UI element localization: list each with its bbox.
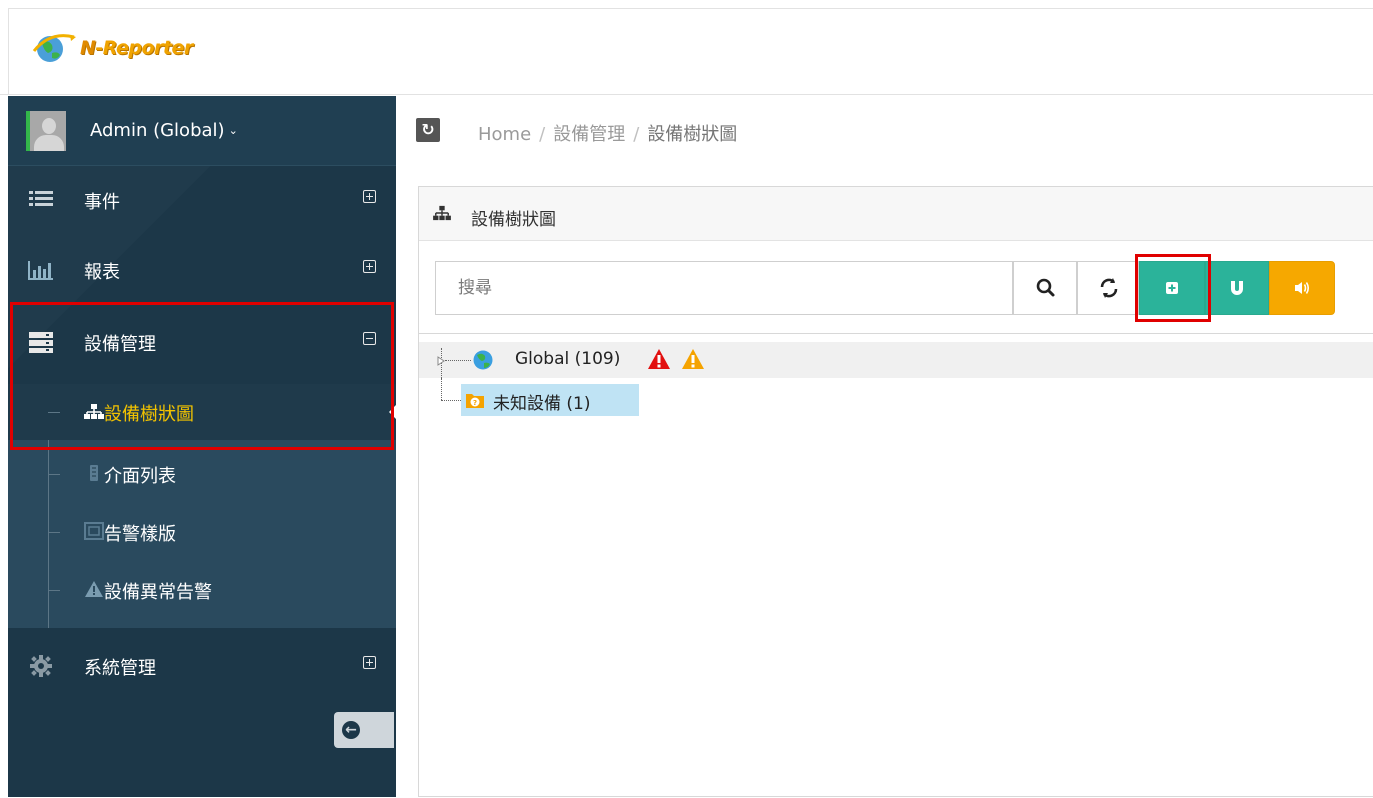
sidebar-subitem-alert-template[interactable]: 告警樣版 (8, 504, 396, 560)
tree-node-label: 未知設備 (1) (493, 394, 591, 414)
unknown-folder-icon: ? (466, 394, 484, 408)
app-logo[interactable]: N-Reporter (32, 28, 193, 68)
sound-button[interactable] (1269, 261, 1335, 315)
arrow-left-circle-icon: ← (342, 721, 360, 739)
device-tree: Global (109) ? 未知設備 (1) (419, 333, 1373, 798)
highlight-add-button (1135, 254, 1211, 322)
sidebar-subitem-interface-list[interactable]: 介面列表 (8, 446, 396, 502)
volume-icon (1295, 282, 1310, 294)
sidebar-subitem-label: 介面列表 (104, 466, 176, 487)
expand-icon[interactable] (363, 656, 376, 669)
sidebar-item-label: 系統管理 (84, 658, 156, 679)
breadcrumb-current: 設備樹狀圖 (647, 124, 738, 145)
sitemap-icon (433, 205, 451, 221)
expand-icon[interactable] (363, 190, 376, 203)
breadcrumb: Home / 設備管理 / 設備樹狀圖 (478, 124, 738, 145)
breadcrumb-bar: ↻ Home / 設備管理 / 設備樹狀圖 (396, 96, 1373, 172)
refresh-icon (1100, 278, 1118, 298)
panel-header: 設備樹狀圖 (419, 187, 1373, 241)
warning-alert-icon (682, 349, 704, 369)
sidebar-subitem-label: 設備異常告警 (104, 582, 212, 603)
refresh-icon[interactable]: ↻ (416, 118, 440, 142)
user-name: Admin (Global) (90, 120, 225, 141)
logo-globe-icon (32, 34, 76, 62)
logo-text-n: N (80, 37, 96, 59)
interface-icon (90, 465, 98, 481)
sidebar-item-label: 事件 (84, 192, 120, 213)
search-button[interactable] (1013, 261, 1077, 315)
top-header: N-Reporter (0, 0, 1373, 95)
bar-chart-icon (28, 261, 53, 280)
tree-node-unknown-devices[interactable]: ? 未知設備 (1) (461, 384, 639, 416)
highlight-device-management (10, 302, 394, 450)
gear-icon (30, 655, 52, 677)
logo-text-rest: -Reporter (95, 37, 193, 59)
search-box (435, 261, 1013, 315)
chevron-down-icon: ⌄ (228, 124, 238, 137)
refresh-button[interactable] (1077, 261, 1139, 315)
magnet-button[interactable] (1205, 261, 1269, 315)
tree-node-label: Global (109) (515, 349, 621, 369)
warning-icon (85, 581, 103, 597)
search-input[interactable] (436, 262, 1012, 314)
sidebar-item-system-management[interactable]: 系統管理 (8, 632, 396, 700)
expand-icon[interactable] (363, 260, 376, 273)
sidebar-item-reports[interactable]: 報表 (8, 236, 396, 304)
search-icon (1036, 278, 1055, 297)
sidebar-item-label: 報表 (84, 262, 120, 283)
sidebar-subitem-label: 告警樣版 (104, 524, 176, 545)
sidebar-collapse-button[interactable]: ← (334, 712, 394, 748)
sidebar-subitem-device-alert[interactable]: 設備異常告警 (8, 562, 396, 618)
magnet-icon (1231, 281, 1243, 295)
sidebar-item-events[interactable]: 事件 (8, 166, 396, 234)
svg-text:?: ? (473, 399, 477, 407)
template-icon (84, 522, 104, 540)
user-menu[interactable]: Admin (Global) ⌄ (8, 96, 396, 166)
globe-icon (473, 350, 493, 370)
breadcrumb-section[interactable]: 設備管理 (553, 124, 625, 145)
breadcrumb-home[interactable]: Home (478, 124, 531, 145)
tree-node-global[interactable]: Global (109) (419, 342, 1373, 378)
avatar (26, 111, 66, 151)
device-tree-panel: 設備樹狀圖 搜尋 Global (109) ? 未知設備 (1) (418, 186, 1373, 797)
list-icon (29, 191, 53, 206)
panel-title: 設備樹狀圖 (471, 210, 556, 230)
critical-alert-icon (648, 349, 670, 369)
expand-triangle-icon[interactable] (437, 356, 445, 366)
